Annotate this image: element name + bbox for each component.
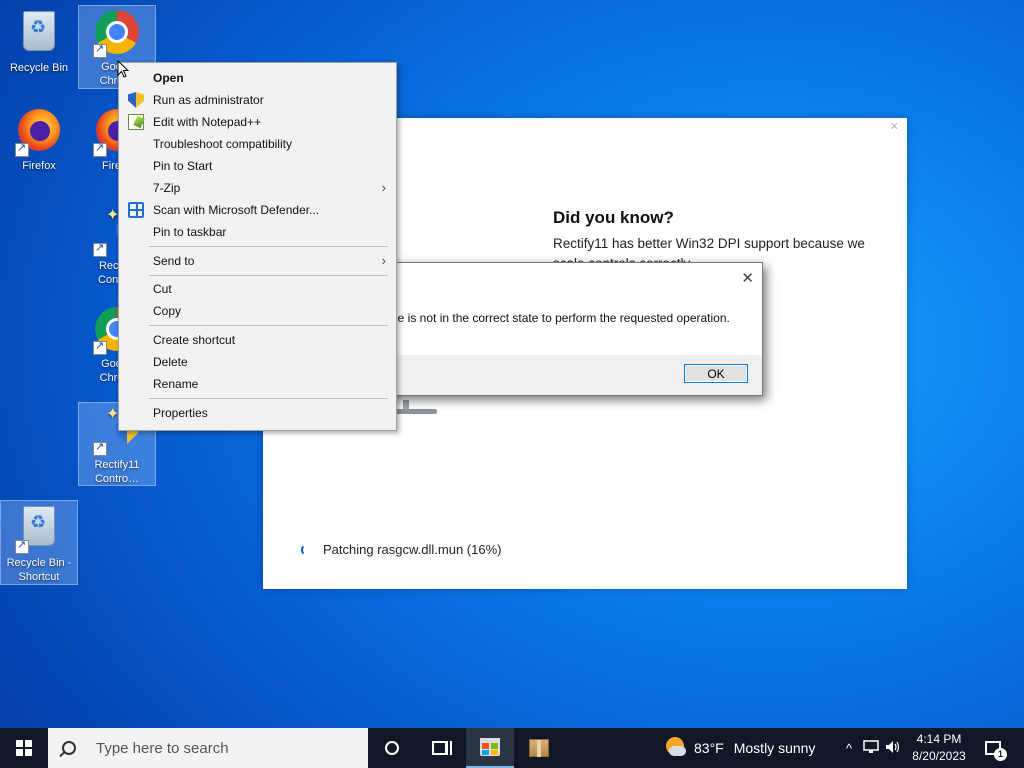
clock-time: 4:14 PM (916, 732, 962, 746)
start-button[interactable] (0, 728, 48, 768)
menu-separator (149, 275, 388, 276)
spinner-icon (301, 543, 313, 556)
network-icon[interactable] (860, 739, 882, 757)
chevron-up-icon[interactable]: ^ (838, 741, 860, 756)
menu-item-label: Pin to taskbar (153, 225, 227, 239)
error-message: urce is not in the correct state to perf… (381, 311, 730, 325)
shortcut-arrow-icon (93, 440, 107, 456)
recycle-bin-icon (15, 11, 63, 59)
shortcut-arrow-icon (93, 241, 107, 257)
notification-count-badge: 1 (994, 748, 1007, 761)
menu-item-create-shortcut[interactable]: Create shortcut (119, 329, 396, 351)
weather-temperature: 83°F (694, 740, 724, 756)
notification-icon: 1 (985, 741, 1007, 761)
taskbar-app-microsoft-store[interactable] (466, 728, 514, 768)
cortana-icon (385, 741, 399, 755)
desktop-icon-label: Rectify11 Contro… (94, 459, 140, 485)
menu-separator (149, 398, 388, 399)
task-view-button[interactable] (416, 728, 464, 768)
system-tray: ^ (838, 728, 904, 768)
menu-item-send-to[interactable]: Send to › (119, 250, 396, 272)
cortana-button[interactable] (368, 728, 416, 768)
menu-item-properties[interactable]: Properties (119, 402, 396, 424)
menu-item-rename[interactable]: Rename (119, 373, 396, 395)
menu-item-edit-with-notepad[interactable]: Edit with Notepad++ (119, 111, 396, 133)
menu-separator (149, 246, 388, 247)
search-icon (62, 741, 76, 755)
shortcut-arrow-icon (93, 339, 107, 355)
menu-item-delete[interactable]: Delete (119, 351, 396, 373)
package-icon (529, 739, 549, 757)
menu-item-label: Open (153, 71, 184, 85)
menu-item-label: Rename (153, 377, 199, 391)
windows-logo-icon (16, 740, 32, 756)
microsoft-store-icon (480, 738, 500, 756)
menu-item-label: Run as administrator (153, 93, 264, 107)
progress-status: Patching rasgcw.dll.mun (16%) (301, 542, 501, 557)
shortcut-arrow-icon (93, 141, 107, 157)
partly-sunny-icon (664, 737, 686, 759)
desktop-icon-label: Recycle Bin (9, 62, 69, 74)
clock-date: 8/20/2023 (912, 749, 966, 763)
shortcut-arrow-icon (15, 141, 29, 157)
menu-item-pin-to-start[interactable]: Pin to Start (119, 155, 396, 177)
taskbar-search-box[interactable]: Type here to search (48, 728, 368, 768)
menu-item-open[interactable]: Open (119, 67, 396, 89)
uac-shield-icon (128, 92, 144, 108)
task-view-icon (432, 741, 452, 755)
weather-description: Mostly sunny (733, 740, 816, 756)
menu-item-label: Create shortcut (153, 333, 236, 347)
mouse-pointer-icon (117, 60, 129, 78)
defender-icon (128, 202, 144, 218)
action-center-button[interactable]: 1 (978, 728, 1008, 768)
menu-item-scan-with-defender[interactable]: Scan with Microsoft Defender... (119, 199, 396, 221)
taskbar: Type here to search 83°F Mostly sunny ^ … (0, 728, 1024, 768)
close-icon[interactable]: ✕ (890, 120, 899, 133)
desktop-icon-recycle-bin-shortcut[interactable]: Recycle Bin - Shortcut (0, 500, 78, 585)
weather-widget[interactable]: 83°F Mostly sunny (664, 728, 815, 768)
menu-item-cut[interactable]: Cut (119, 278, 396, 300)
menu-item-label: Scan with Microsoft Defender... (153, 203, 320, 217)
monitor-illustration-stand (395, 400, 437, 416)
tip-title: Did you know? (553, 208, 674, 227)
menu-item-label: Pin to Start (153, 159, 213, 173)
menu-item-label: Send to (153, 254, 195, 268)
menu-item-label: Troubleshoot compatibility (153, 137, 292, 151)
chevron-right-icon: › (381, 180, 386, 195)
menu-separator (149, 325, 388, 326)
menu-item-label: Cut (153, 282, 172, 296)
ok-button[interactable]: OK (684, 364, 748, 383)
menu-item-label: 7-Zip (153, 181, 181, 195)
menu-item-pin-to-taskbar[interactable]: Pin to taskbar (119, 221, 396, 243)
menu-item-7zip[interactable]: 7-Zip › (119, 177, 396, 199)
chevron-right-icon: › (381, 253, 386, 268)
progress-text: Patching rasgcw.dll.mun (16%) (323, 542, 502, 557)
taskbar-clock[interactable]: 4:14 PM 8/20/2023 (906, 731, 972, 765)
error-dialog: ✕ urce is not in the correct state to pe… (380, 262, 763, 396)
shortcut-arrow-icon (15, 538, 29, 554)
close-icon[interactable]: ✕ (741, 269, 754, 287)
menu-item-label: Delete (153, 355, 188, 369)
search-placeholder: Type here to search (96, 739, 229, 757)
recycle-bin-icon (15, 506, 63, 554)
context-menu: Open Run as administrator Edit with Note… (118, 62, 397, 431)
desktop-icon-recycle-bin[interactable]: Recycle Bin (1, 6, 77, 76)
taskbar-app-installer[interactable] (514, 728, 564, 768)
shortcut-arrow-icon (93, 42, 107, 58)
chrome-icon (93, 10, 141, 58)
menu-item-run-as-administrator[interactable]: Run as administrator (119, 89, 396, 111)
desktop-icon-label: Firefox (22, 160, 56, 172)
volume-icon[interactable] (882, 740, 904, 757)
firefox-icon (15, 109, 63, 157)
menu-item-label: Properties (153, 406, 208, 420)
menu-item-troubleshoot-compatibility[interactable]: Troubleshoot compatibility (119, 133, 396, 155)
desktop-icon-firefox[interactable]: Firefox (1, 105, 77, 175)
desktop-icon-label: Recycle Bin - Shortcut (6, 557, 72, 583)
menu-item-label: Copy (153, 304, 182, 318)
menu-item-copy[interactable]: Copy (119, 300, 396, 322)
error-dialog-body: ✕ urce is not in the correct state to pe… (381, 263, 762, 355)
notepad-plus-plus-icon (128, 114, 144, 130)
menu-item-label: Edit with Notepad++ (153, 115, 262, 129)
